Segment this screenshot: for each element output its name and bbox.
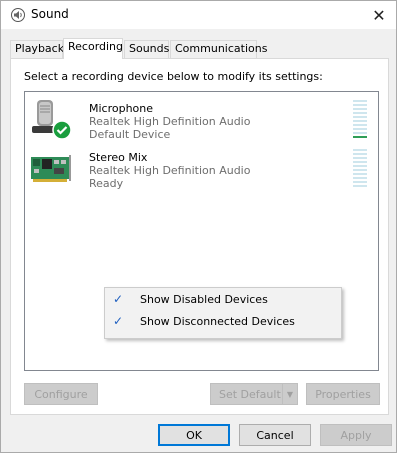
title-bar: Sound ✕: [1, 1, 396, 29]
tab-sounds[interactable]: Sounds: [124, 40, 169, 58]
window-title: Sound: [31, 7, 69, 21]
microphone-icon: [32, 100, 72, 140]
menu-item-show-disabled[interactable]: ✓ Show Disabled Devices: [107, 290, 339, 312]
apply-button[interactable]: Apply: [320, 424, 392, 446]
context-menu: ✓ Show Disabled Devices ✓ Show Disconnec…: [104, 287, 342, 339]
checkmark-icon: ✓: [113, 314, 124, 328]
menu-item-label: Show Disconnected Devices: [140, 315, 295, 328]
instruction-text: Select a recording device below to modif…: [24, 70, 323, 83]
tab-playback[interactable]: Playback: [10, 40, 64, 58]
sound-dialog: Sound ✕ Playback Recording Sounds Commun…: [0, 0, 397, 453]
set-default-label: Set Default: [219, 387, 281, 401]
dropdown-arrow-icon[interactable]: ▼: [282, 384, 297, 404]
device-status: Default Device: [89, 128, 171, 141]
device-driver: Realtek High Definition Audio: [89, 164, 251, 177]
level-meter: [353, 100, 367, 142]
device-driver: Realtek High Definition Audio: [89, 115, 251, 128]
menu-item-label: Show Disabled Devices: [140, 293, 268, 306]
speaker-icon: [11, 8, 25, 22]
ok-button[interactable]: OK: [158, 424, 230, 446]
device-name: Microphone: [89, 102, 154, 115]
configure-button[interactable]: Configure: [24, 383, 98, 405]
level-meter: [353, 149, 367, 191]
device-status: Ready: [89, 177, 124, 190]
sound-card-icon: [31, 155, 71, 182]
recording-panel: Select a recording device below to modif…: [10, 58, 389, 415]
checkmark-icon: ✓: [113, 292, 124, 306]
properties-button[interactable]: Properties: [306, 383, 380, 405]
close-button[interactable]: ✕: [362, 1, 396, 29]
tab-communications[interactable]: Communications: [170, 40, 267, 58]
device-list[interactable]: Microphone Realtek High Definition Audio…: [24, 91, 379, 371]
device-name: Stereo Mix: [89, 151, 148, 164]
device-item-stereo-mix[interactable]: Stereo Mix Realtek High Definition Audio…: [25, 145, 378, 190]
menu-item-show-disconnected[interactable]: ✓ Show Disconnected Devices: [107, 312, 339, 334]
close-icon: ✕: [372, 5, 386, 25]
cancel-button[interactable]: Cancel: [239, 424, 311, 446]
device-item-microphone[interactable]: Microphone Realtek High Definition Audio…: [25, 96, 378, 141]
tab-recording[interactable]: Recording: [63, 38, 123, 59]
set-default-button[interactable]: Set Default ▼: [210, 383, 298, 405]
